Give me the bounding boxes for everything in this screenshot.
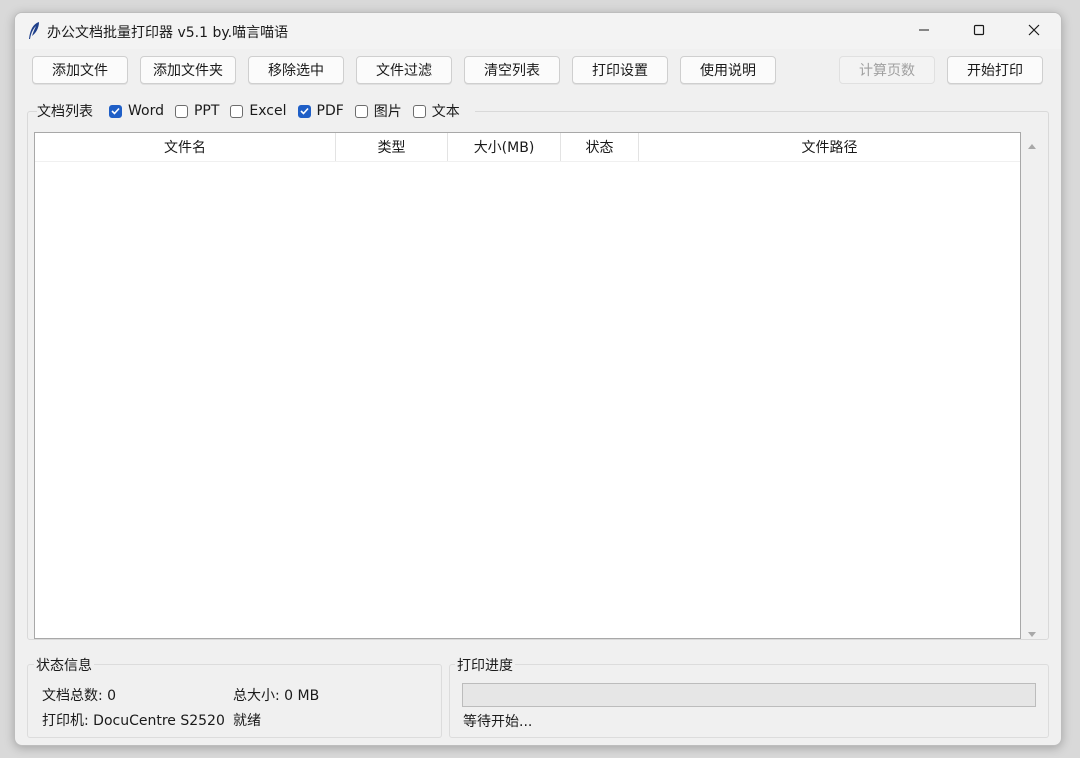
maximize-icon [973, 24, 985, 36]
feather-icon [27, 21, 41, 41]
filter-image-label: 图片 [373, 104, 402, 120]
filter-word-label: Word [128, 103, 164, 119]
filter-image-checkbox[interactable]: 图片 [354, 101, 402, 121]
file-table[interactable]: 文件名 类型 大小(MB) 状态 文件路径 [34, 132, 1021, 639]
filter-excel-checkbox[interactable]: Excel [230, 103, 287, 119]
remove-selected-button[interactable]: 移除选中 [248, 56, 344, 84]
add-folder-button[interactable]: 添加文件夹 [140, 56, 236, 84]
checkbox-checked-icon [297, 104, 311, 118]
title-bar[interactable]: 办公文档批量打印器 v5.1 by.喵言喵语 [15, 13, 1061, 49]
status-state: 就绪 [233, 713, 261, 729]
usage-guide-button[interactable]: 使用说明 [680, 56, 776, 84]
filter-row: 文档列表 Word PPT Excel PDF 图片 文本 [37, 100, 475, 122]
document-count: 文档总数: 0 [42, 688, 117, 704]
maximize-button[interactable] [956, 13, 1002, 47]
print-progress-bar [462, 683, 1036, 707]
total-size: 总大小: 0 MB [233, 688, 320, 704]
filter-text-checkbox[interactable]: 文本 [412, 101, 460, 121]
column-header-filename[interactable]: 文件名 [35, 133, 336, 161]
start-print-button[interactable]: 开始打印 [947, 56, 1043, 84]
filter-word-checkbox[interactable]: Word [109, 103, 164, 119]
checkbox-unchecked-icon [174, 104, 188, 118]
printer-name: 打印机: DocuCentre S2520 [42, 713, 225, 729]
print-settings-button[interactable]: 打印设置 [572, 56, 668, 84]
document-list-label: 文档列表 [37, 104, 93, 120]
column-header-path[interactable]: 文件路径 [639, 133, 1020, 161]
filter-ppt-checkbox[interactable]: PPT [174, 103, 220, 119]
filter-text-label: 文本 [431, 104, 460, 120]
filter-pdf-label: PDF [316, 103, 344, 119]
filter-ppt-label: PPT [193, 103, 220, 119]
status-info-title: 状态信息 [34, 655, 94, 675]
count-pages-button[interactable]: 计算页数 [839, 56, 935, 84]
column-header-size[interactable]: 大小(MB) [448, 133, 561, 161]
close-button[interactable] [1011, 13, 1057, 47]
table-header: 文件名 类型 大小(MB) 状态 文件路径 [35, 133, 1020, 162]
filter-pdf-checkbox[interactable]: PDF [297, 103, 344, 119]
window-title: 办公文档批量打印器 v5.1 by.喵言喵语 [47, 25, 289, 41]
print-progress-title: 打印进度 [455, 655, 515, 675]
add-file-button[interactable]: 添加文件 [32, 56, 128, 84]
close-icon [1028, 24, 1040, 36]
clear-list-button[interactable]: 清空列表 [464, 56, 560, 84]
column-header-type[interactable]: 类型 [336, 133, 448, 161]
checkbox-checked-icon [109, 104, 122, 118]
scroll-down-arrow-icon[interactable] [1027, 627, 1037, 637]
checkbox-unchecked-icon [412, 104, 426, 118]
checkbox-unchecked-icon [354, 104, 368, 118]
file-filter-button[interactable]: 文件过滤 [356, 56, 452, 84]
minimize-icon [918, 24, 930, 36]
progress-message: 等待开始... [463, 714, 533, 730]
scroll-up-arrow-icon[interactable] [1027, 138, 1037, 149]
minimize-button[interactable] [901, 13, 947, 47]
app-window: 办公文档批量打印器 v5.1 by.喵言喵语 添加文件 添加文件夹 移除选中 文… [14, 12, 1062, 746]
column-header-status[interactable]: 状态 [561, 133, 639, 161]
checkbox-unchecked-icon [230, 104, 244, 118]
filter-excel-label: Excel [249, 103, 287, 119]
